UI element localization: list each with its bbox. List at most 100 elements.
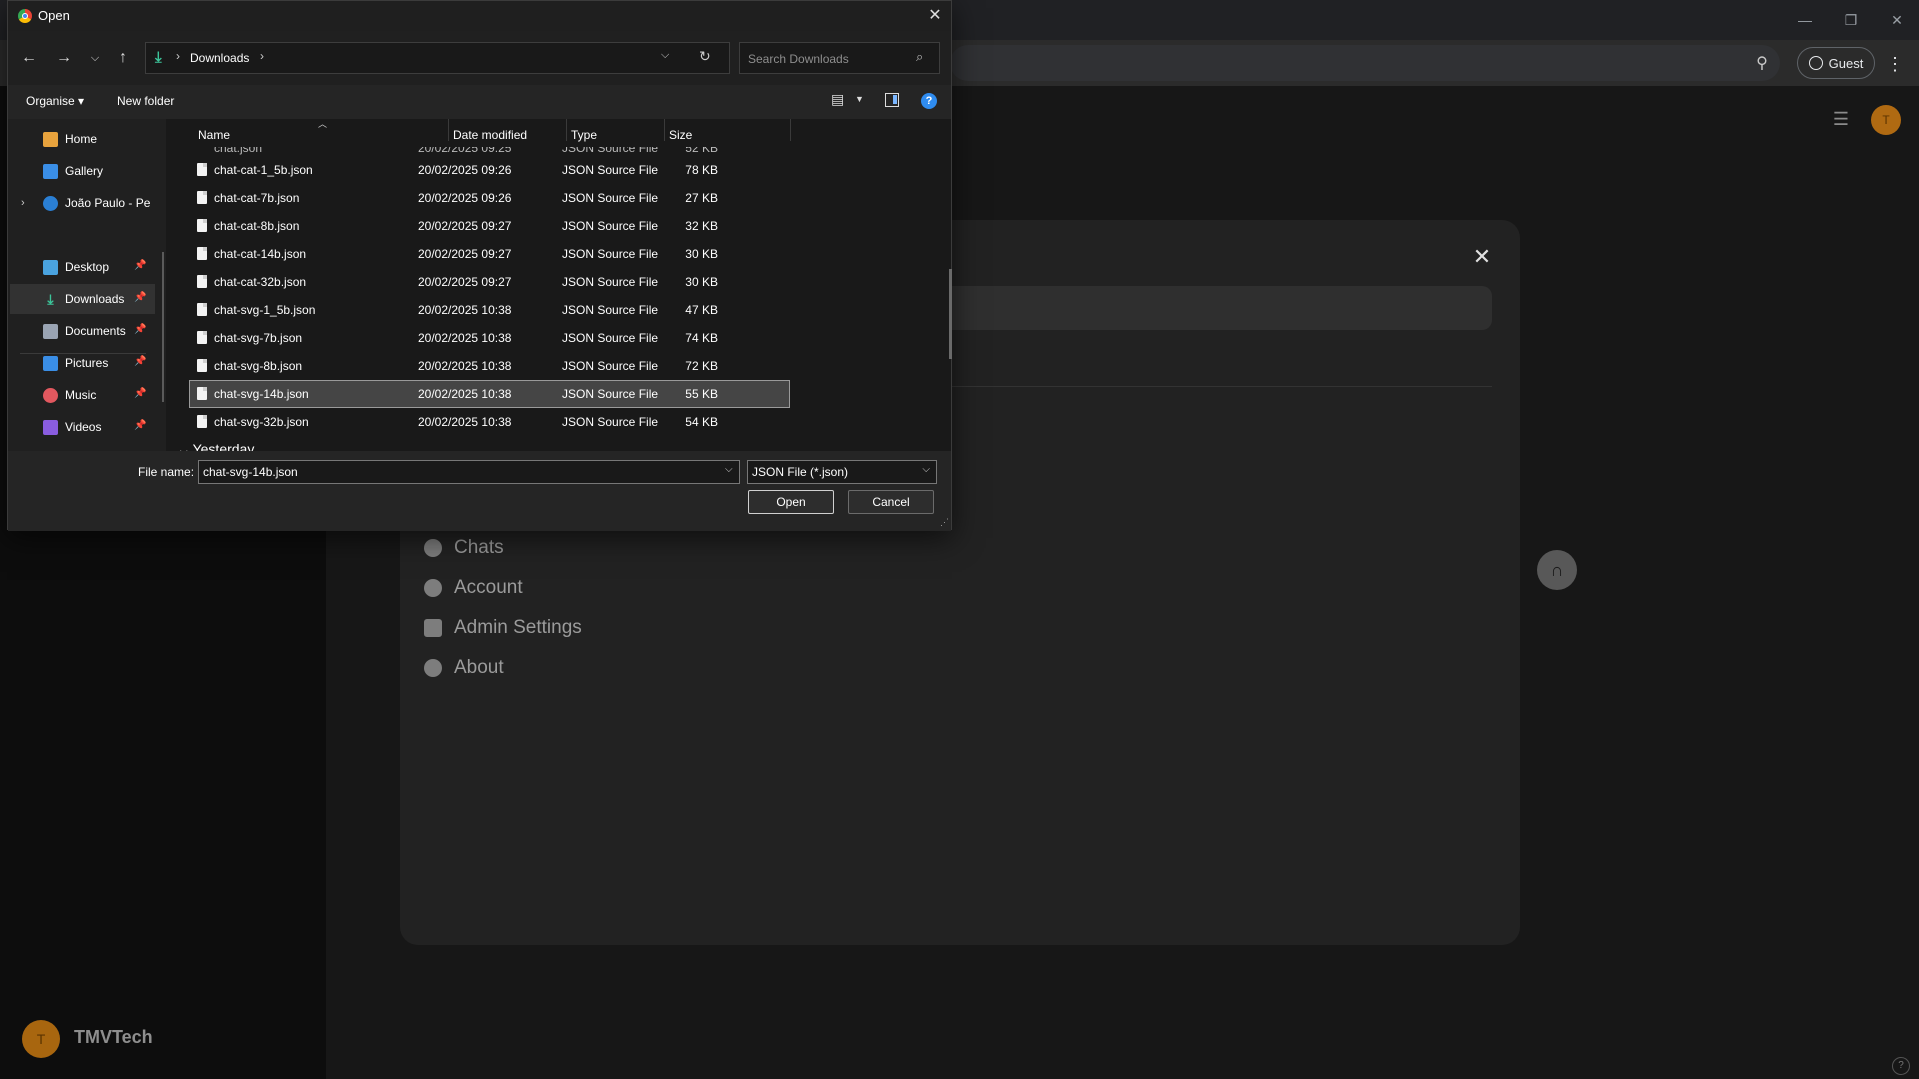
file-name: chat-svg-8b.json [214,359,303,373]
up-arrow-icon[interactable]: ↑ [112,47,134,69]
file-icon [197,275,207,288]
pictures-icon [43,355,58,371]
file-name-input[interactable] [198,460,740,484]
pin-icon[interactable]: 📌 [134,420,146,431]
open-button[interactable]: Open [748,490,834,514]
guest-profile-button[interactable]: Guest [1797,47,1875,79]
search-icon[interactable]: ⌕ [916,49,923,65]
restore-icon[interactable]: ❐ [1836,8,1866,32]
help-icon[interactable]: ? [921,93,937,109]
user-avatar[interactable]: T [22,1020,60,1058]
settings-nav-about[interactable]: About [424,648,582,688]
table-row[interactable]: chat-svg-1_5b.json 20/02/2025 10:38 JSON… [190,297,789,323]
help-icon[interactable]: ? [1892,1057,1910,1075]
sidebar-item-videos[interactable]: Videos 📌 [10,412,155,442]
file-type-select[interactable]: JSON File (*.json) ⌵ [747,460,937,484]
sliders-icon[interactable]: ☰ [1830,108,1852,130]
minimize-icon[interactable]: — [1790,8,1820,32]
file-date: 20/02/2025 09:27 [418,275,512,289]
dialog-footer: File name: ⌵ JSON File (*.json) ⌵ Open C… [8,451,951,531]
sidebar-scrollbar[interactable] [162,252,164,402]
file-name: chat-svg-7b.json [214,331,303,345]
pin-icon[interactable]: 📌 [134,260,146,271]
settings-nav-account[interactable]: Account [424,568,582,608]
settings-nav-admin[interactable]: Admin Settings [424,608,582,648]
organise-button[interactable]: Organise ▾ [26,94,84,108]
sidebar-item-downloads[interactable]: ⤓ Downloads 📌 [10,284,155,314]
sidebar-item-pictures[interactable]: Pictures 📌 [10,348,155,378]
column-header-date[interactable]: Date modified [453,123,527,147]
desktop-icon [43,259,58,275]
chevron-down-icon[interactable]: ⌵ [661,49,669,62]
recent-locations-chevron-icon[interactable]: ⌵ [84,47,106,69]
search-box[interactable]: ⌕ [739,42,940,74]
zoom-icon[interactable]: ⚲ [1750,52,1774,76]
file-size: 74 KB [685,331,718,345]
sidebar-item-onedrive[interactable]: › João Paulo - Per [10,188,155,218]
window-close-icon[interactable]: ✕ [1882,8,1912,32]
table-row[interactable]: chat-cat-7b.json 20/02/2025 09:26 JSON S… [190,185,789,211]
settings-close-icon[interactable]: ✕ [1470,245,1494,269]
sidebar-item-desktop[interactable]: Desktop 📌 [10,252,155,282]
file-name-label: File name: [138,465,195,479]
back-arrow-icon[interactable]: ← [18,47,40,69]
pin-icon[interactable]: 📌 [134,324,146,335]
sidebar-item-label: Pictures [65,356,109,370]
settings-search-field[interactable] [950,286,1492,330]
sidebar-item-music[interactable]: Music 📌 [10,380,155,410]
sidebar-item-documents[interactable]: Documents 📌 [10,316,155,346]
pin-icon[interactable]: 📌 [134,356,146,367]
path-separator: › [176,49,180,63]
new-folder-button[interactable]: New folder [117,94,174,108]
file-date: 20/02/2025 09:26 [418,191,512,205]
column-divider[interactable] [448,119,449,141]
avatar[interactable]: T [1871,105,1901,135]
table-row[interactable]: chat-cat-8b.json 20/02/2025 09:27 JSON S… [190,213,789,239]
file-name: chat-cat-1_5b.json [214,163,313,177]
file-list-scrollbar[interactable] [949,269,952,359]
sidebar-item-gallery[interactable]: Gallery [10,156,155,186]
table-row[interactable]: chat-svg-8b.json 20/02/2025 10:38 JSON S… [190,353,789,379]
file-date: 20/02/2025 10:38 [418,415,512,429]
forward-arrow-icon[interactable]: → [53,47,75,69]
column-divider[interactable] [664,119,665,141]
table-row[interactable]: chat-cat-14b.json 20/02/2025 09:27 JSON … [190,241,789,267]
headphones-icon[interactable]: ∩ [1537,550,1577,590]
sidebar-item-label: Music [65,388,97,402]
path-separator[interactable]: › [260,49,264,63]
dialog-close-icon[interactable]: ✕ [924,5,946,27]
chevron-right-icon[interactable]: › [21,197,25,209]
search-input[interactable] [746,49,910,69]
pin-icon[interactable]: 📌 [134,388,146,399]
file-size: 78 KB [685,163,718,177]
table-row-selected[interactable]: chat-svg-14b.json 20/02/2025 10:38 JSON … [189,380,790,408]
table-row[interactable]: chat-cat-32b.json 20/02/2025 09:27 JSON … [190,269,789,295]
chevron-down-icon[interactable]: ⌵ [725,464,733,475]
column-divider[interactable] [790,119,791,141]
browser-menu-icon[interactable]: ⋮ [1886,52,1904,76]
address-bar[interactable] [950,45,1780,81]
table-row[interactable]: chat-cat-1_5b.json 20/02/2025 09:26 JSON… [190,157,789,183]
column-header-size[interactable]: Size [669,123,692,147]
view-details-icon[interactable]: ▤ [831,91,844,108]
user-circle-icon [1808,56,1823,70]
user-name[interactable]: TMVTech [74,1027,153,1048]
column-divider[interactable] [566,119,567,141]
table-row[interactable]: chat.json 20/02/2025 09:25 JSON Source F… [190,147,789,157]
refresh-icon[interactable]: ↻ [699,48,711,65]
file-icon [197,387,207,400]
column-header-type[interactable]: Type [571,123,597,147]
column-header-name[interactable]: Name [198,123,230,147]
path-segment-downloads[interactable]: Downloads [190,51,249,65]
sidebar-item-home[interactable]: Home [10,124,155,154]
table-row[interactable]: chat-svg-7b.json 20/02/2025 10:38 JSON S… [190,325,789,351]
pin-icon[interactable]: 📌 [134,292,146,303]
preview-pane-icon[interactable] [885,93,899,107]
settings-nav-chats[interactable]: Chats [424,528,582,568]
table-row[interactable]: chat-svg-32b.json 20/02/2025 10:38 JSON … [190,409,789,435]
cancel-button[interactable]: Cancel [848,490,934,514]
chrome-icon [18,9,32,23]
resize-grip-icon[interactable]: ⋰ [940,517,949,528]
address-path-box[interactable]: ⤓ › Downloads › ⌵ ↻ [145,42,730,74]
chevron-down-icon[interactable]: ▼ [855,94,864,104]
